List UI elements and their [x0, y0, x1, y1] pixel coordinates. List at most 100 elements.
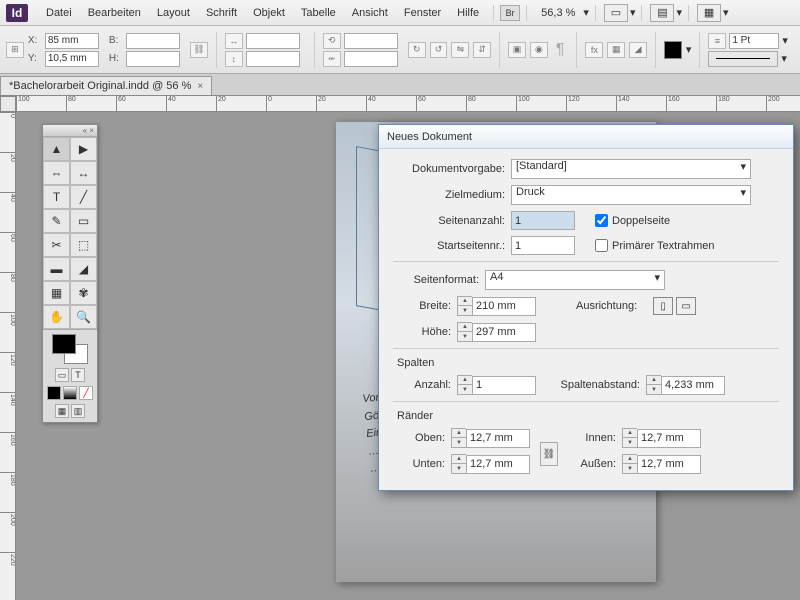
margin-bottom-input[interactable]: [466, 455, 530, 474]
spin-up-icon[interactable]: ▲: [458, 323, 472, 332]
tool-button[interactable]: T: [43, 185, 70, 209]
tool-button[interactable]: ✾: [70, 281, 97, 305]
wrap-icon[interactable]: ▦: [607, 42, 625, 58]
spin-up-icon[interactable]: ▲: [623, 429, 637, 438]
scale-y-input[interactable]: [246, 51, 300, 67]
select-container-icon[interactable]: ▣: [508, 42, 526, 58]
orientation-portrait-icon[interactable]: ▯: [653, 297, 673, 315]
pages-input[interactable]: [511, 211, 575, 230]
spin-up-icon[interactable]: ▲: [623, 455, 637, 464]
chevron-down-icon[interactable]: ▾: [723, 6, 729, 19]
apply-color-icon[interactable]: [47, 386, 61, 400]
menu-ansicht[interactable]: Ansicht: [344, 7, 396, 19]
preset-select[interactable]: [Standard] ▾: [511, 159, 751, 179]
stroke-weight-input[interactable]: [729, 33, 779, 49]
tool-button[interactable]: ✎: [43, 209, 70, 233]
spin-down-icon[interactable]: ▼: [452, 464, 466, 473]
spin-up-icon[interactable]: ▲: [647, 376, 661, 385]
primary-frame-checkbox[interactable]: Primärer Textrahmen: [595, 239, 715, 252]
spin-up-icon[interactable]: ▲: [452, 455, 466, 464]
stroke-style-select[interactable]: [708, 51, 778, 67]
menu-objekt[interactable]: Objekt: [245, 7, 293, 19]
tool-button[interactable]: ╱: [70, 185, 97, 209]
shear-input[interactable]: [344, 51, 398, 67]
bridge-button[interactable]: Br: [500, 5, 520, 21]
orientation-landscape-icon[interactable]: ▭: [676, 297, 696, 315]
spin-down-icon[interactable]: ▼: [452, 438, 466, 447]
tool-button[interactable]: ▬: [43, 257, 70, 281]
tool-button[interactable]: ↔: [70, 161, 97, 185]
spin-down-icon[interactable]: ▼: [458, 332, 472, 341]
arrange-icon[interactable]: ▦: [697, 4, 721, 22]
select-content-icon[interactable]: ◉: [530, 42, 548, 58]
facing-pages-checkbox[interactable]: Doppelseite: [595, 214, 670, 227]
pagesize-select[interactable]: A4 ▾: [485, 270, 665, 290]
width-input[interactable]: [472, 297, 536, 316]
scale-x-input[interactable]: [246, 33, 300, 49]
rotate-cw-icon[interactable]: ↻: [408, 42, 426, 58]
menu-fenster[interactable]: Fenster: [396, 7, 449, 19]
intent-select[interactable]: Druck ▾: [511, 185, 751, 205]
start-page-input[interactable]: [511, 236, 575, 255]
tool-button[interactable]: ✂: [43, 233, 70, 257]
document-tab[interactable]: *Bachelorarbeit Original.indd @ 56 % ×: [0, 76, 212, 95]
menu-datei[interactable]: Datei: [38, 7, 80, 19]
margin-outside-input[interactable]: [637, 455, 701, 474]
tool-button[interactable]: ▭: [70, 209, 97, 233]
y-input[interactable]: [45, 51, 99, 67]
margin-inside-input[interactable]: [637, 429, 701, 448]
width-input[interactable]: [126, 33, 180, 49]
view-normal-icon[interactable]: ▦: [55, 404, 69, 418]
zoom-level[interactable]: 56,3 %: [541, 7, 575, 19]
chevron-down-icon[interactable]: ▾: [782, 34, 788, 47]
chevron-down-icon[interactable]: ▾: [676, 6, 682, 19]
spin-down-icon[interactable]: ▼: [458, 385, 472, 394]
height-input[interactable]: [126, 51, 180, 67]
screen-mode-icon[interactable]: ▤: [650, 4, 674, 22]
vertical-ruler[interactable]: 020406080100120140160180200220: [0, 112, 16, 600]
margin-top-input[interactable]: [466, 429, 530, 448]
flip-h-icon[interactable]: ⇋: [451, 42, 469, 58]
rotate-ccw-icon[interactable]: ↺: [430, 42, 448, 58]
spin-up-icon[interactable]: ▲: [458, 376, 472, 385]
menu-bearbeiten[interactable]: Bearbeiten: [80, 7, 149, 19]
tool-button[interactable]: ◢: [70, 257, 97, 281]
color-swap[interactable]: [52, 334, 88, 364]
horizontal-ruler[interactable]: 10080604020020406080100120140160180200: [16, 96, 800, 112]
x-input[interactable]: [45, 33, 99, 49]
menu-layout[interactable]: Layout: [149, 7, 198, 19]
dialog-titlebar[interactable]: Neues Dokument: [379, 125, 793, 149]
apply-none-icon[interactable]: ╱: [79, 386, 93, 400]
menu-hilfe[interactable]: Hilfe: [449, 7, 487, 19]
ruler-origin[interactable]: [0, 96, 16, 112]
constrain-icon[interactable]: ⛓: [190, 42, 208, 58]
tool-button[interactable]: ▶: [70, 137, 97, 161]
panel-header[interactable]: « ×: [43, 125, 97, 137]
chevron-down-icon[interactable]: ▾: [686, 43, 692, 56]
fill-swatch[interactable]: [664, 41, 682, 59]
chevron-down-icon[interactable]: ▾: [781, 52, 787, 65]
fill-color[interactable]: [52, 334, 76, 354]
tool-button[interactable]: ⇔: [43, 161, 70, 185]
spin-up-icon[interactable]: ▲: [452, 429, 466, 438]
formatting-container-icon[interactable]: ▭: [55, 368, 69, 382]
tool-button[interactable]: ⬚: [70, 233, 97, 257]
tool-button[interactable]: ▲: [43, 137, 70, 161]
columns-input[interactable]: [472, 376, 536, 395]
spin-down-icon[interactable]: ▼: [623, 438, 637, 447]
tool-button[interactable]: ▦: [43, 281, 70, 305]
chevron-down-icon[interactable]: ▾: [630, 6, 636, 19]
close-tab-icon[interactable]: ×: [197, 81, 203, 92]
link-margins-icon[interactable]: ⛓: [540, 442, 558, 466]
rotate-input[interactable]: [344, 33, 398, 49]
facing-pages-check[interactable]: [595, 214, 608, 227]
height-input[interactable]: [472, 323, 536, 342]
tool-button[interactable]: 🔍: [70, 305, 97, 329]
tool-button[interactable]: ✋: [43, 305, 70, 329]
spin-down-icon[interactable]: ▼: [458, 306, 472, 315]
gutter-input[interactable]: [661, 376, 725, 395]
menu-schrift[interactable]: Schrift: [198, 7, 245, 19]
menu-tabelle[interactable]: Tabelle: [293, 7, 344, 19]
corner-icon[interactable]: ◢: [629, 42, 647, 58]
view-mode-icon[interactable]: ▭: [604, 4, 628, 22]
